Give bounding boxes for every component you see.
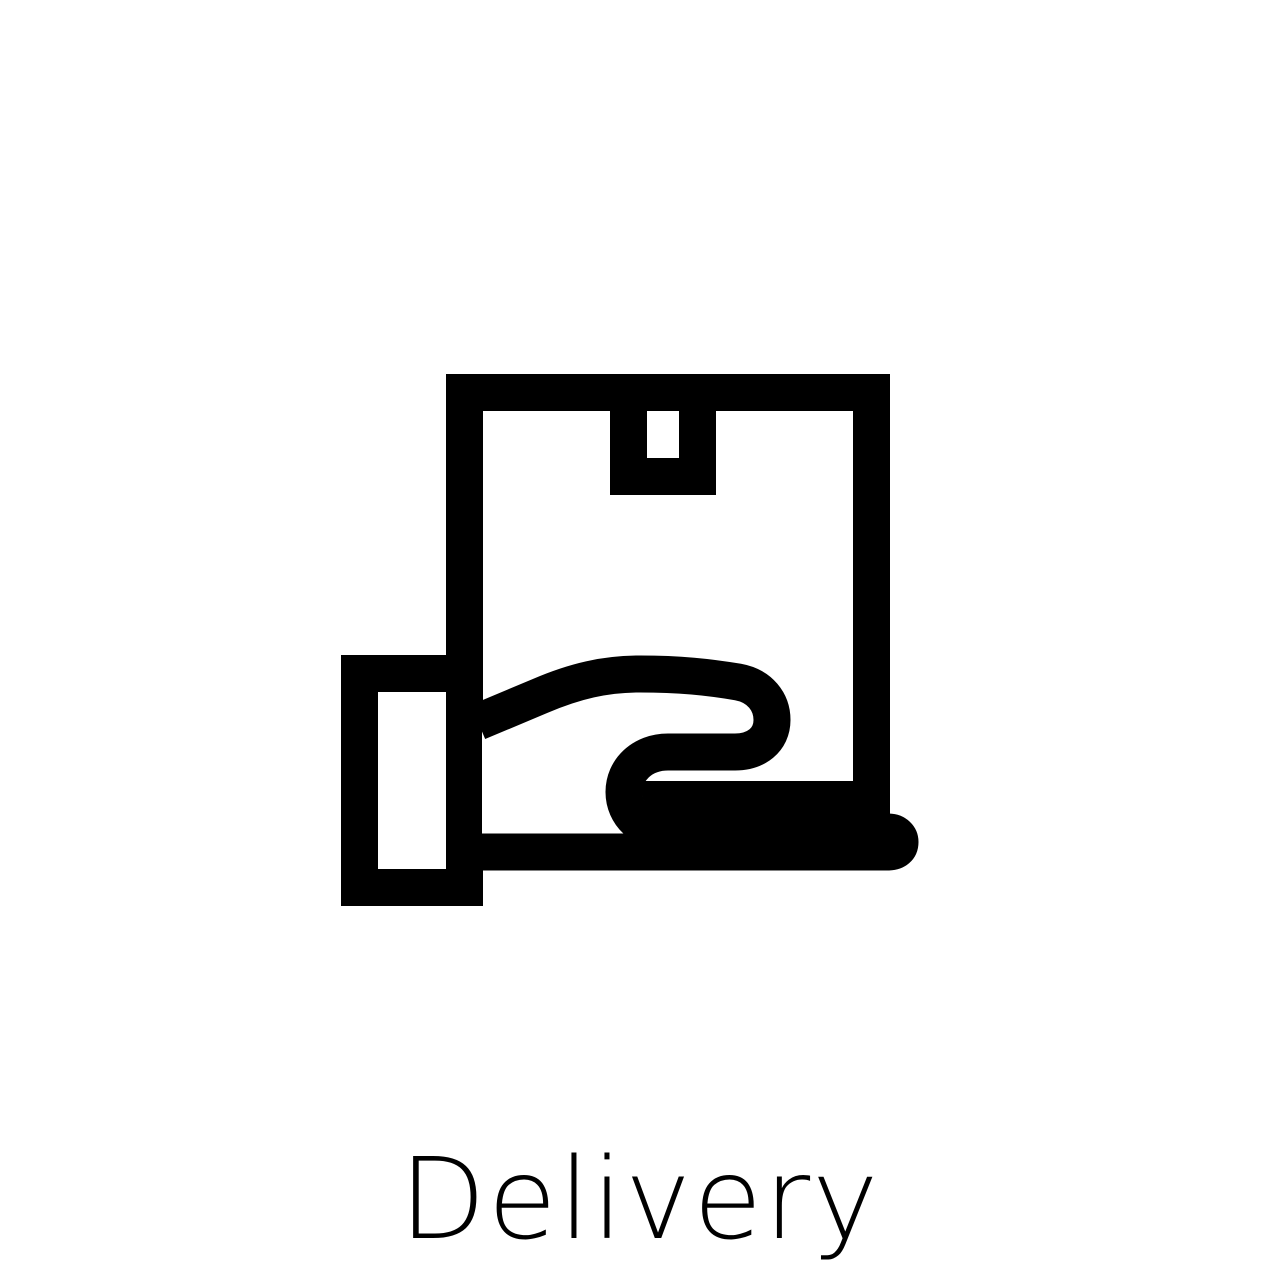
caption-label: Delivery: [399, 1135, 881, 1265]
delivery-page: Delivery: [0, 0, 1280, 1280]
delivery-icon-container: [0, 0, 1280, 1280]
hand-cuff: [341, 655, 483, 906]
delivery-box-hand-icon: [341, 374, 919, 906]
box-tape: [610, 374, 716, 495]
